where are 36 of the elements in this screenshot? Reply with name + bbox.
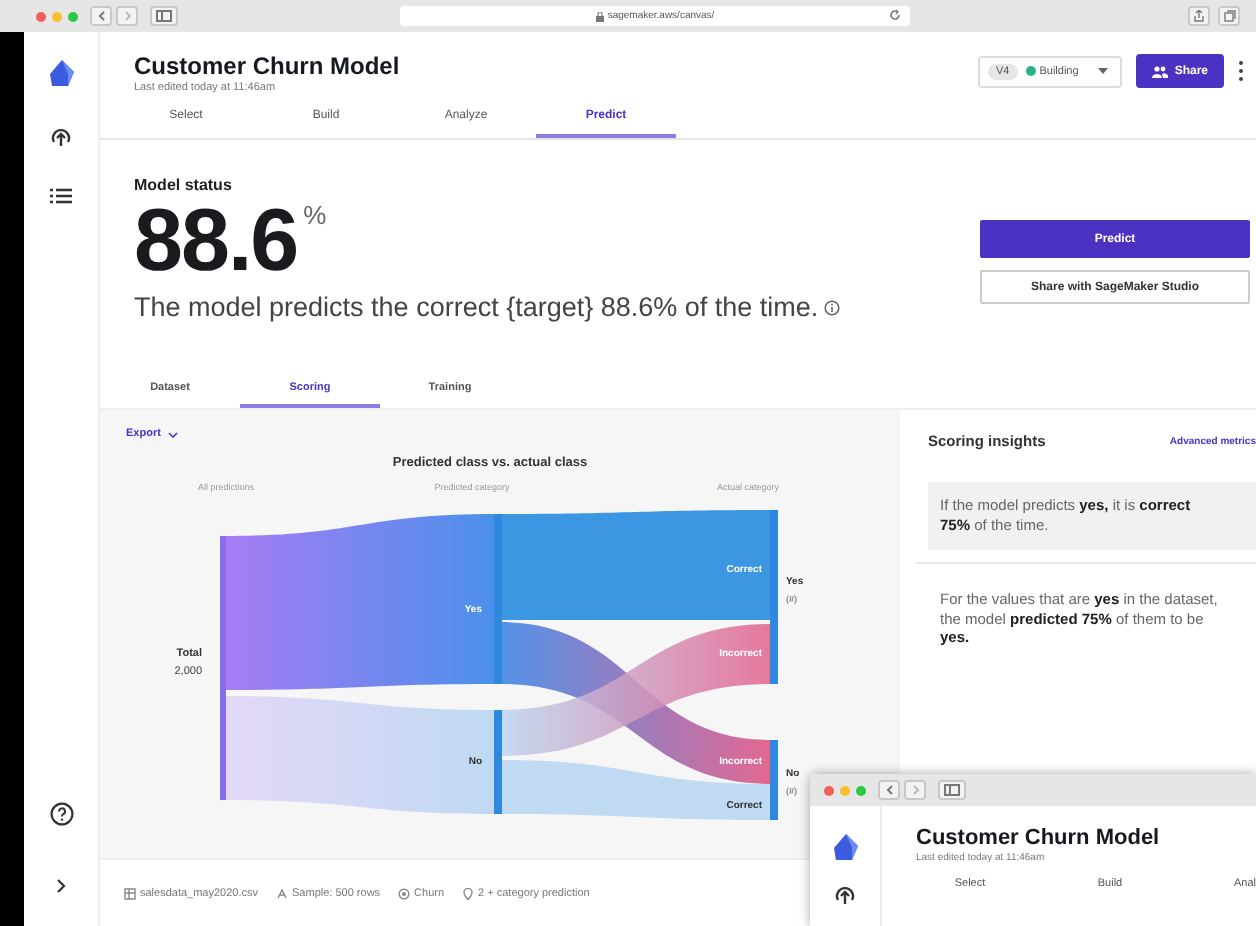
share-icon[interactable] xyxy=(1188,6,1210,26)
sample-icon xyxy=(276,887,289,899)
caret-icon xyxy=(1098,68,1109,74)
target-icon xyxy=(398,887,411,899)
window-controls-icon[interactable] xyxy=(36,11,78,21)
model-title: Customer Churn Model xyxy=(916,826,1162,852)
forward-chevron-icon xyxy=(123,10,131,22)
back-chevron-icon xyxy=(885,784,893,796)
sidebar-toggle-button[interactable] xyxy=(150,6,178,26)
lock-icon xyxy=(595,11,604,21)
table-icon xyxy=(124,887,136,899)
info-icon[interactable] xyxy=(824,299,841,315)
back-button[interactable] xyxy=(878,780,900,800)
upload-icon[interactable] xyxy=(50,126,72,148)
accuracy-value: 88.6 xyxy=(134,198,298,286)
app-logo-icon[interactable] xyxy=(833,834,857,860)
tabs-icon[interactable] xyxy=(1218,6,1240,26)
window-controls-icon[interactable] xyxy=(824,785,866,795)
more-options-icon[interactable] xyxy=(1238,60,1244,82)
chevron-down-icon xyxy=(168,432,179,438)
people-icon xyxy=(1152,65,1169,77)
section-heading: Model status xyxy=(134,176,234,194)
app-logo-icon[interactable] xyxy=(49,60,73,86)
expand-chevron-icon[interactable] xyxy=(56,878,66,894)
accuracy-description: The model predicts the correct {target} 88.6% of the time. xyxy=(134,292,819,322)
forward-chevron-icon xyxy=(911,784,919,796)
list-icon[interactable] xyxy=(50,188,72,204)
sidebar-toggle-button[interactable] xyxy=(938,780,966,800)
percent-sign: % xyxy=(303,200,327,230)
pin-icon xyxy=(462,887,475,899)
back-button[interactable] xyxy=(90,6,112,26)
back-chevron-icon xyxy=(97,10,105,22)
help-icon[interactable] xyxy=(49,802,73,826)
reload-icon[interactable] xyxy=(888,8,902,22)
model-title: Customer Churn Model xyxy=(134,52,400,80)
upload-icon[interactable] xyxy=(834,884,856,906)
